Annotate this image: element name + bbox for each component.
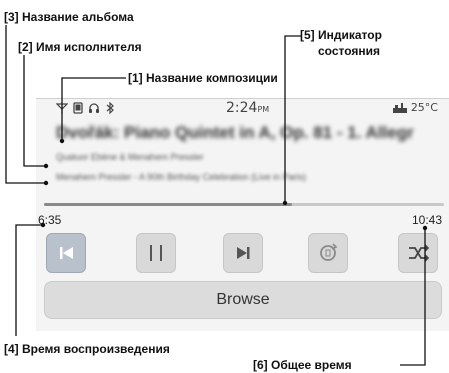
callout-album: [3] Название альбома <box>4 10 134 24</box>
previous-track-button[interactable] <box>46 233 86 273</box>
track-album: Menahem Pressler - A 90th Birthday Celeb… <box>56 172 307 182</box>
track-artist: Quatuor Ebène & Menahem Pressler <box>56 152 204 162</box>
car-icon <box>392 102 407 113</box>
repeat-button[interactable] <box>308 233 348 273</box>
repeat-icon <box>320 243 338 261</box>
browse-button[interactable]: Browse <box>44 281 442 319</box>
next-track-button[interactable] <box>223 233 263 273</box>
previous-track-icon <box>60 247 73 259</box>
clock-suffix: PM <box>257 105 270 114</box>
callout-elapsed: [4] Время воспроизведения <box>4 342 170 356</box>
pause-icon <box>150 245 162 261</box>
next-track-icon <box>237 247 250 259</box>
track-title: Dvořák: Piano Quintet in A, Op. 81 - 1. … <box>56 123 414 142</box>
progress-fill <box>44 203 292 206</box>
status-bar: 2:24PM 25°C <box>36 99 449 117</box>
progress-bar[interactable] <box>44 203 444 206</box>
music-player-screen: 2:24PM 25°C Dvořák: Piano Quintet in A, … <box>36 98 449 331</box>
total-time: 10:43 <box>411 213 442 227</box>
temperature: 25°C <box>392 101 438 114</box>
callout-status-line2: состояния <box>318 44 381 58</box>
signal-icon <box>56 103 68 114</box>
callout-title: [1] Название композиции <box>128 71 278 85</box>
callout-status-line1: [5] Индикатор <box>300 28 382 42</box>
clock: 2:24PM <box>226 99 269 119</box>
shuffle-icon <box>409 244 430 262</box>
elapsed-time: 6:35 <box>38 213 62 227</box>
clock-time: 2:24 <box>226 100 258 116</box>
bluetooth-icon <box>106 102 114 114</box>
shuffle-button[interactable] <box>398 233 438 273</box>
phone-icon <box>73 102 83 114</box>
callout-status: [5] Индикатор состояния <box>300 27 382 59</box>
callout-artist: [2] Имя исполнителя <box>18 40 142 54</box>
headphones-icon <box>89 103 99 113</box>
status-icons <box>56 101 116 115</box>
pause-button[interactable] <box>136 233 176 273</box>
temperature-value: 25°C <box>410 101 438 114</box>
